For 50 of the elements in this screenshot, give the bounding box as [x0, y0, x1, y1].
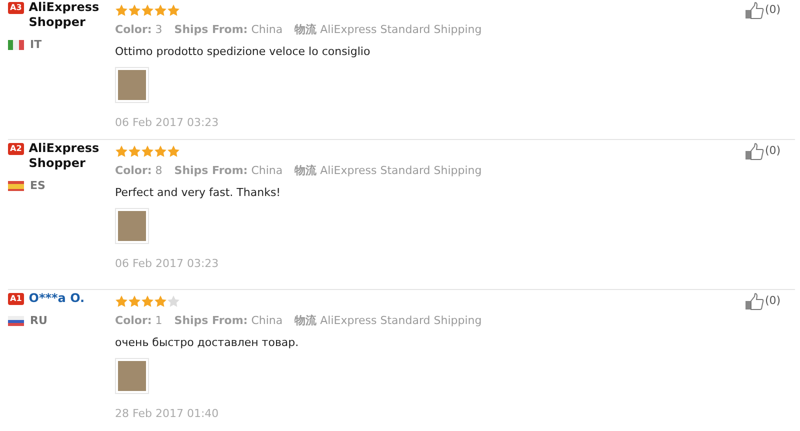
color-info: Color: 1 — [115, 313, 162, 329]
photo-placeholder[interactable] — [115, 67, 149, 103]
reviewer-name: AliExpress Shopper — [28, 141, 100, 171]
star-icon — [154, 4, 167, 17]
flag-icon — [8, 181, 24, 192]
star-icon — [167, 145, 180, 158]
level-badge: A3 — [8, 2, 24, 14]
country-code: IT — [30, 37, 42, 53]
thumbs-up-icon[interactable] — [745, 2, 764, 19]
star-icon — [128, 4, 141, 17]
like-count: (0) — [765, 143, 781, 159]
review-date: 06 Feb 2017 03:23 — [115, 256, 220, 272]
star-icon — [167, 4, 180, 17]
flag-icon — [8, 40, 24, 50]
logistics-info: 物流 AliExpress Standard Shipping — [294, 22, 482, 38]
star-icon — [141, 295, 154, 308]
logistics-info: 物流 AliExpress Standard Shipping — [294, 163, 482, 179]
star-icon — [128, 145, 141, 158]
thumbs-up-icon[interactable] — [745, 143, 764, 160]
country-code: RU — [30, 313, 48, 329]
review-date: 06 Feb 2017 03:23 — [115, 115, 220, 131]
color-info: Color: 8 — [115, 163, 162, 179]
star-icon — [115, 4, 128, 17]
review-date: 28 Feb 2017 01:40 — [115, 406, 220, 422]
photo-placeholder[interactable] — [115, 208, 149, 244]
reviewer-name: AliExpress Shopper — [28, 0, 100, 30]
star-icon — [128, 295, 141, 308]
star-icon — [154, 295, 167, 308]
star-icon — [115, 295, 128, 308]
photo-placeholder[interactable] — [115, 358, 149, 394]
reviewer-name[interactable]: O***a O. — [28, 291, 85, 306]
like-count: (0) — [765, 293, 781, 309]
review-text: Ottimo prodotto spedizione veloce lo consiglio — [115, 44, 372, 60]
star-icon — [141, 4, 154, 17]
ships-from-info: Ships From: China — [174, 313, 283, 329]
flag-icon — [8, 316, 24, 326]
level-badge: A2 — [8, 143, 24, 155]
review-text: Perfect and very fast. Thanks! — [115, 184, 282, 200]
country-code: ES — [30, 178, 46, 194]
level-badge: A1 — [8, 293, 24, 305]
star-icon — [141, 145, 154, 158]
star-icon — [115, 145, 128, 158]
ships-from-info: Ships From: China — [174, 163, 283, 179]
logistics-info: 物流 AliExpress Standard Shipping — [294, 313, 482, 329]
review-text: очень быстро доставлен товар. — [115, 334, 300, 350]
thumbs-up-icon[interactable] — [745, 293, 764, 310]
color-info: Color: 3 — [115, 22, 162, 38]
like-count: (0) — [765, 2, 781, 18]
ships-from-info: Ships From: China — [174, 22, 283, 38]
star-icon — [154, 145, 167, 158]
